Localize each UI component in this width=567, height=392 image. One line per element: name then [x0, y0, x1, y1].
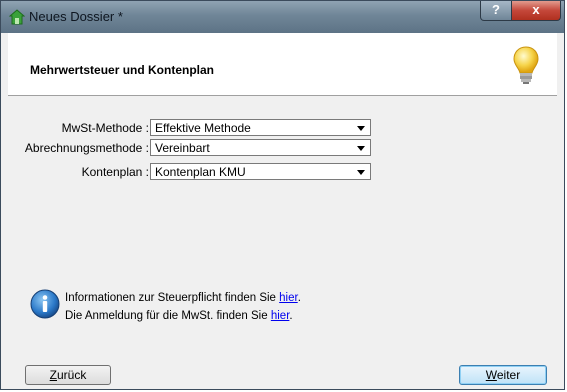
next-mnemonic: W	[485, 368, 497, 382]
abrechnungsmethode-label: Abrechnungsmethode :	[24, 141, 149, 155]
kontenplan-label: Kontenplan :	[81, 165, 149, 179]
abrechnungsmethode-value: Vereinbart	[155, 141, 210, 155]
window-title: Neues Dossier *	[29, 9, 123, 24]
steuerpflicht-link[interactable]: hier	[279, 292, 298, 304]
info-punct-1: .	[297, 292, 301, 304]
next-label: eiter	[496, 368, 521, 382]
info-punct-2: .	[289, 310, 293, 322]
mwst-methode-value: Effektive Methode	[155, 121, 251, 135]
mwst-methode-row: MwSt-Methode : Effektive Methode	[8, 119, 557, 137]
kontenplan-value: Kontenplan KMU	[155, 165, 246, 179]
back-button[interactable]: Zurück	[25, 365, 111, 385]
next-button[interactable]: Weiter	[459, 365, 547, 385]
abrechnungsmethode-row: Abrechnungsmethode : Vereinbart	[8, 139, 557, 157]
back-mnemonic: Z	[49, 368, 57, 382]
anmeldung-link[interactable]: hier	[271, 310, 290, 322]
mwst-methode-label: MwSt-Methode :	[61, 121, 149, 135]
chevron-down-icon[interactable]	[357, 126, 365, 131]
info-text-anmeldung: Die Anmeldung für die MwSt. finden Sie	[65, 310, 271, 322]
dialog-window: Neues Dossier * ? x Mehrwertsteuer und K…	[0, 0, 565, 390]
kontenplan-row: Kontenplan : Kontenplan KMU	[8, 163, 557, 181]
chevron-down-icon[interactable]	[357, 146, 365, 151]
info-text-steuerpflicht: Informationen zur Steuerpflicht finden S…	[65, 292, 280, 304]
dossier-icon	[9, 9, 25, 25]
abrechnungsmethode-select[interactable]: Vereinbart	[150, 139, 371, 156]
mwst-methode-select[interactable]: Effektive Methode	[150, 119, 371, 136]
info-line-steuerpflicht: Informationen zur Steuerpflicht finden S…	[65, 292, 301, 304]
kontenplan-select[interactable]: Kontenplan KMU	[150, 163, 371, 180]
info-icon	[30, 289, 60, 319]
page-title: Mehrwertsteuer und Kontenplan	[30, 63, 215, 77]
close-button[interactable]: x	[511, 1, 561, 21]
header-band: Mehrwertsteuer und Kontenplan	[8, 33, 557, 96]
lightbulb-icon	[513, 46, 539, 84]
title-bar[interactable]: Neues Dossier * ? x	[1, 1, 564, 33]
dialog-content: Mehrwertsteuer und Kontenplan MwSt-Metho…	[8, 33, 557, 385]
info-line-anmeldung: Die Anmeldung für die MwSt. finden Sie h…	[65, 310, 293, 322]
help-button[interactable]: ?	[480, 1, 512, 21]
chevron-down-icon[interactable]	[357, 170, 365, 175]
back-label: urück	[57, 368, 87, 382]
